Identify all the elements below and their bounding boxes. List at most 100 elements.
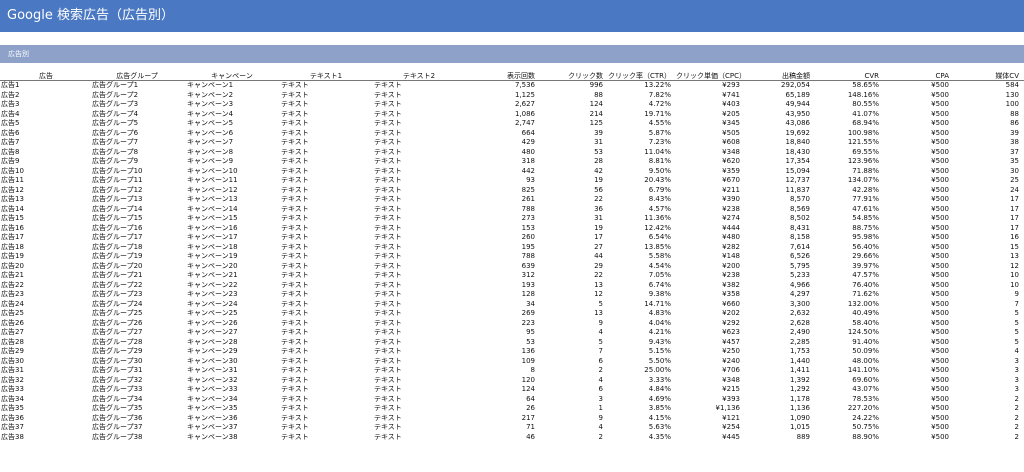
- table-row[interactable]: 広告18 広告グループ18 キャンペーン18 テキスト テキスト 195 27 13.85% ¥…: [0, 243, 1024, 253]
- spend-cell: 19,692: [785, 128, 811, 137]
- table-row[interactable]: 広告14 広告グループ14 キャンペーン14 テキスト テキスト 788 36 4.57% ¥2…: [0, 205, 1024, 215]
- cpc-cell: ¥348: [722, 147, 740, 156]
- ctr-cell: 5.63%: [648, 423, 671, 431]
- table-row[interactable]: 広告38 広告グループ38 キャンペーン38 テキスト テキスト 46 2 4.35% ¥445…: [0, 433, 1024, 443]
- ad-name-cell: 広告20: [1, 261, 24, 270]
- table-row[interactable]: 広告8 広告グループ8 キャンペーン8 テキスト テキスト 480 53 11.04% ¥348…: [0, 148, 1024, 158]
- table-row[interactable]: 広告9 広告グループ9 キャンペーン9 テキスト テキスト 318 28 8.81% ¥620 1…: [0, 157, 1024, 167]
- cpc-cell: ¥444: [722, 223, 740, 232]
- column-header-text1[interactable]: テキスト1: [281, 72, 371, 80]
- cvr-cell: 124.50%: [847, 328, 879, 336]
- table-row[interactable]: 広告23 広告グループ23 キャンペーン23 テキスト テキスト 128 12 9.38% ¥3…: [0, 290, 1024, 300]
- ctr-cell: 5.58%: [648, 252, 671, 260]
- column-header-cvr[interactable]: CVR: [814, 72, 879, 80]
- table-row[interactable]: 広告12 広告グループ12 キャンペーン12 テキスト テキスト 825 56 6.79% ¥2…: [0, 186, 1024, 196]
- ctr-cell: 4.55%: [648, 119, 671, 127]
- table-row[interactable]: 広告21 広告グループ21 キャンペーン21 テキスト テキスト 312 22 7.05% ¥2…: [0, 271, 1024, 281]
- ad-name-cell: 広告12: [1, 185, 24, 194]
- table-row[interactable]: 広告29 広告グループ29 キャンペーン29 テキスト テキスト 136 7 5.15% ¥25…: [0, 347, 1024, 357]
- text1-cell: テキスト: [281, 138, 309, 146]
- table-row[interactable]: 広告27 広告グループ27 キャンペーン27 テキスト テキスト 95 4 4.21% ¥623…: [0, 328, 1024, 338]
- impressions-cell: 223: [521, 318, 535, 327]
- text2-cell: テキスト: [374, 394, 402, 403]
- table-row[interactable]: 広告2 広告グループ2 キャンペーン2 テキスト テキスト 1,125 88 7.82% ¥74…: [0, 91, 1024, 101]
- cpa-cell: ¥500: [931, 404, 949, 412]
- clicks-cell: 5: [598, 299, 603, 308]
- table-row[interactable]: 広告32 広告グループ32 キャンペーン32 テキスト テキスト 120 4 3.33% ¥34…: [0, 376, 1024, 386]
- media-cv-cell: 4: [1014, 347, 1019, 355]
- text1-cell: テキスト: [281, 252, 309, 260]
- impressions-cell: 93: [526, 176, 535, 184]
- ad-name-cell: 広告13: [1, 195, 24, 203]
- table-row[interactable]: 広告28 広告グループ28 キャンペーン28 テキスト テキスト 53 5 9.43% ¥457…: [0, 338, 1024, 348]
- column-header-impressions[interactable]: 表示回数: [470, 72, 535, 80]
- table-row[interactable]: 広告1 広告グループ1 キャンペーン1 テキスト テキスト 7,536 996 13.22% ¥…: [0, 81, 1024, 91]
- table-row[interactable]: 広告37 広告グループ37 キャンペーン37 テキスト テキスト 71 4 5.63% ¥254…: [0, 423, 1024, 433]
- clicks-cell: 27: [594, 242, 603, 251]
- column-header-ad-group[interactable]: 広告グループ: [92, 72, 182, 80]
- table-row[interactable]: 広告22 広告グループ22 キャンペーン22 テキスト テキスト 193 13 6.74% ¥3…: [0, 281, 1024, 291]
- table-row[interactable]: 広告35 広告グループ35 キャンペーン35 テキスト テキスト 26 1 3.85% ¥1,1…: [0, 404, 1024, 414]
- column-header-text2[interactable]: テキスト2: [374, 72, 464, 80]
- table-row[interactable]: 広告16 広告グループ16 キャンペーン16 テキスト テキスト 153 19 12.42% ¥…: [0, 224, 1024, 234]
- ctr-cell: 6.74%: [648, 280, 671, 289]
- cvr-cell: 148.16%: [847, 90, 879, 99]
- text2-cell: テキスト: [374, 280, 402, 289]
- table-row[interactable]: 広告13 広告グループ13 キャンペーン13 テキスト テキスト 261 22 8.43% ¥3…: [0, 195, 1024, 205]
- table-row[interactable]: 広告36 広告グループ36 キャンペーン36 テキスト テキスト 217 9 4.15% ¥12…: [0, 414, 1024, 424]
- table-row[interactable]: 広告20 広告グループ20 キャンペーン20 テキスト テキスト 639 29 4.54% ¥2…: [0, 262, 1024, 272]
- column-header-campaign[interactable]: キャンペーン: [187, 72, 277, 80]
- text2-cell: テキスト: [374, 432, 402, 441]
- ctr-cell: 12.42%: [644, 223, 671, 232]
- cpa-cell: ¥500: [931, 128, 949, 137]
- impressions-cell: 46: [526, 432, 535, 441]
- cvr-cell: 132.00%: [847, 299, 879, 308]
- cpc-cell: ¥393: [722, 394, 740, 403]
- table-row[interactable]: 広告19 広告グループ19 キャンペーン19 テキスト テキスト 788 44 5.58% ¥1…: [0, 252, 1024, 262]
- text2-cell: テキスト: [374, 337, 402, 346]
- column-header-ctr[interactable]: クリック率（CTR）: [607, 72, 671, 80]
- impressions-cell: 153: [521, 223, 535, 232]
- cvr-cell: 56.40%: [852, 242, 879, 251]
- column-header-media-cv[interactable]: 媒体CV: [952, 72, 1019, 80]
- table-row[interactable]: 広告33 広告グループ33 キャンペーン33 テキスト テキスト 124 6 4.84% ¥21…: [0, 385, 1024, 395]
- spend-cell: 8,502: [789, 214, 810, 222]
- table-row[interactable]: 広告25 広告グループ25 キャンペーン25 テキスト テキスト 269 13 4.83% ¥2…: [0, 309, 1024, 319]
- media-cv-cell: 88: [1010, 109, 1019, 118]
- column-header-clicks[interactable]: クリック数: [540, 72, 603, 80]
- table-row[interactable]: 広告34 広告グループ34 キャンペーン34 テキスト テキスト 64 3 4.69% ¥393…: [0, 395, 1024, 405]
- text1-cell: テキスト: [281, 290, 309, 298]
- table-row[interactable]: 広告10 広告グループ10 キャンペーン10 テキスト テキスト 442 42 9.50% ¥3…: [0, 167, 1024, 177]
- table-row[interactable]: 広告3 広告グループ3 キャンペーン3 テキスト テキスト 2,627 124 4.72% ¥4…: [0, 100, 1024, 110]
- table-row[interactable]: 広告7 広告グループ7 キャンペーン7 テキスト テキスト 429 31 7.23% ¥608 1…: [0, 138, 1024, 148]
- text2-cell: テキスト: [374, 404, 402, 412]
- table-row[interactable]: 広告31 広告グループ31 キャンペーン31 テキスト テキスト 8 2 25.00% ¥706…: [0, 366, 1024, 376]
- campaign-cell: キャンペーン2: [187, 90, 234, 99]
- table-row[interactable]: 広告24 広告グループ24 キャンペーン24 テキスト テキスト 34 5 14.71% ¥66…: [0, 300, 1024, 310]
- table-row[interactable]: 広告17 広告グループ17 キャンペーン17 テキスト テキスト 260 17 6.54% ¥4…: [0, 233, 1024, 243]
- text1-cell: テキスト: [281, 337, 309, 346]
- impressions-cell: 193: [521, 280, 535, 289]
- table-row[interactable]: 広告30 広告グループ30 キャンペーン30 テキスト テキスト 109 6 5.50% ¥24…: [0, 357, 1024, 367]
- impressions-cell: 26: [526, 404, 535, 412]
- ad-name-cell: 広告1: [1, 81, 20, 89]
- cvr-cell: 47.61%: [852, 204, 879, 213]
- cpa-cell: ¥500: [931, 242, 949, 251]
- section-header: 広告別: [0, 45, 1024, 63]
- table-row[interactable]: 広告15 広告グループ15 キャンペーン15 テキスト テキスト 273 31 11.36% ¥…: [0, 214, 1024, 224]
- cpc-cell: ¥660: [722, 299, 740, 308]
- cpc-cell: ¥358: [722, 290, 740, 298]
- impressions-cell: 8: [530, 366, 535, 374]
- table-row[interactable]: 広告5 広告グループ5 キャンペーン5 テキスト テキスト 2,747 125 4.55% ¥3…: [0, 119, 1024, 129]
- column-header-cpa[interactable]: CPA: [884, 72, 949, 80]
- table-row[interactable]: 広告26 広告グループ26 キャンペーン26 テキスト テキスト 223 9 4.04% ¥29…: [0, 319, 1024, 329]
- clicks-cell: 39: [594, 128, 603, 137]
- table-row[interactable]: 広告4 広告グループ4 キャンペーン4 テキスト テキスト 1,086 214 19.71% ¥…: [0, 110, 1024, 120]
- table-row[interactable]: 広告6 広告グループ6 キャンペーン6 テキスト テキスト 664 39 5.87% ¥505 1…: [0, 129, 1024, 139]
- column-header-ad[interactable]: 広告: [1, 72, 91, 80]
- cvr-cell: 50.09%: [852, 347, 879, 355]
- column-header-spend[interactable]: 出稿金額: [744, 72, 810, 80]
- column-header-cpc[interactable]: クリック単価（CPC）: [676, 72, 746, 80]
- table-row[interactable]: 広告11 広告グループ11 キャンペーン11 テキスト テキスト 93 19 20.43% ¥6…: [0, 176, 1024, 186]
- spend-cell: 889: [796, 432, 810, 441]
